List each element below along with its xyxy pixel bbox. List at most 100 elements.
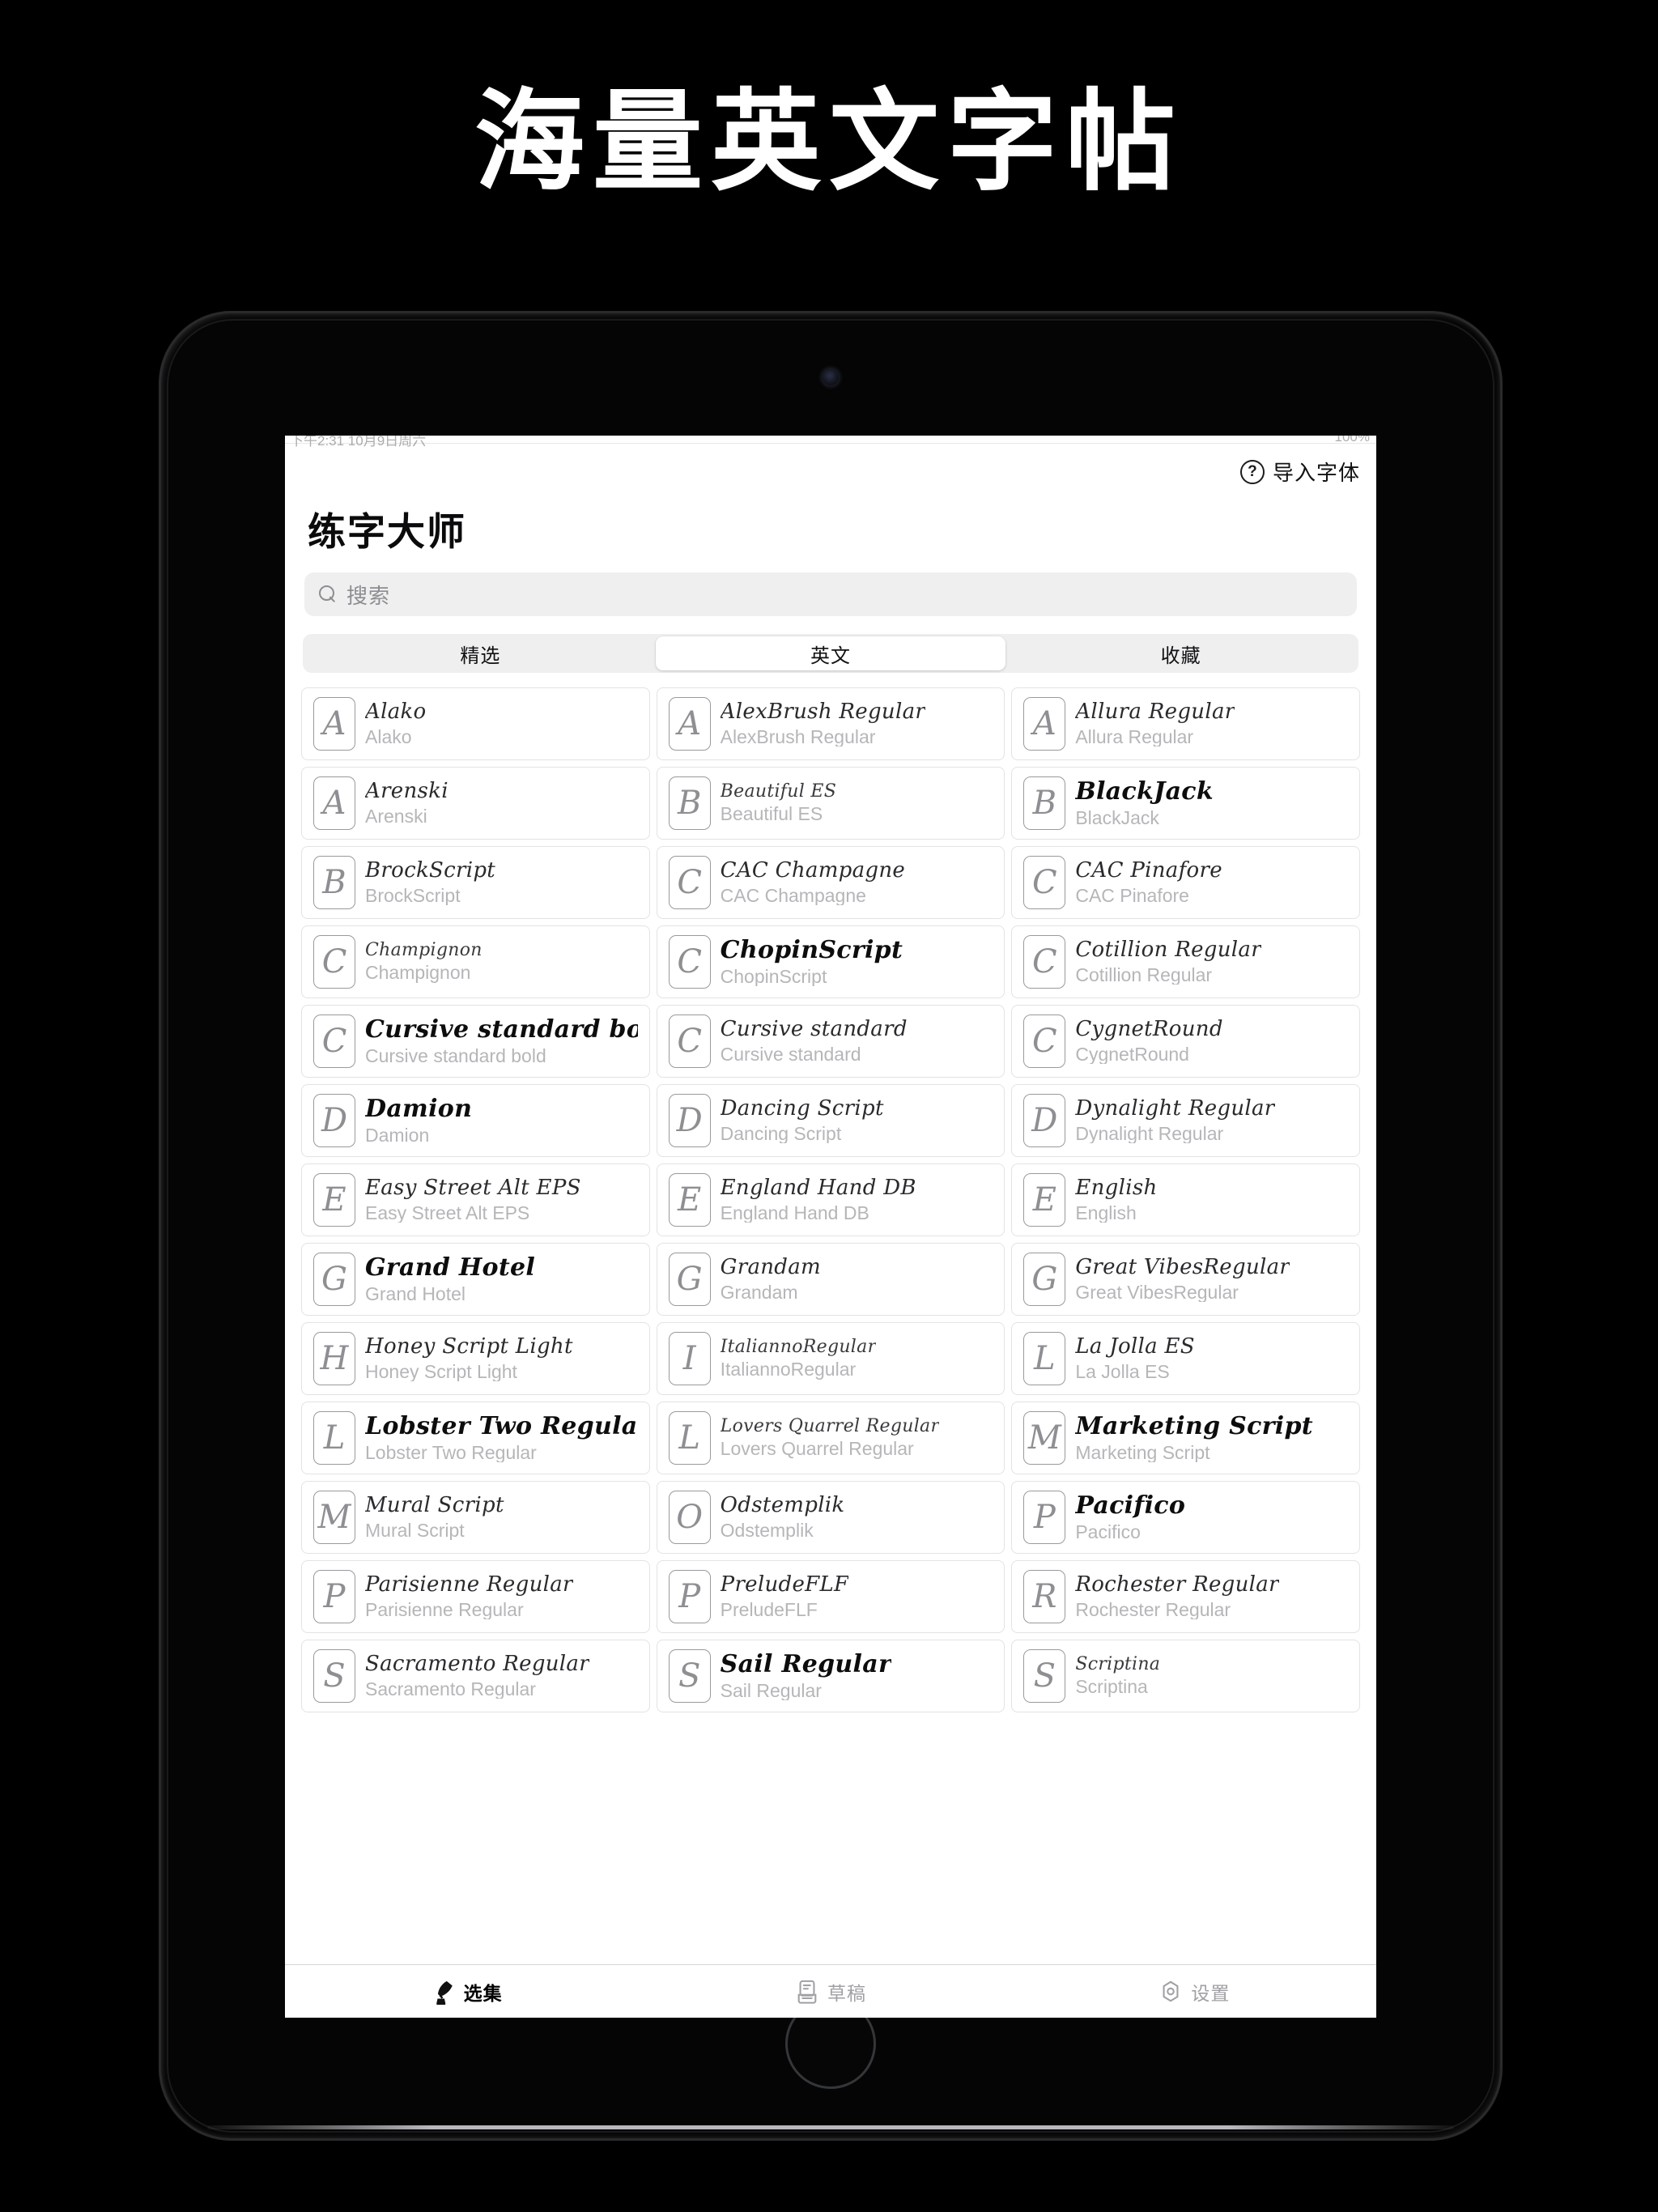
tab-bar-item-0[interactable]: 选集 — [285, 1978, 648, 2006]
font-cell[interactable]: B BrockScript BrockScript — [301, 846, 650, 919]
font-plain-name: CAC Champagne — [720, 884, 866, 905]
font-cell[interactable]: P Pacifico Pacifico — [1011, 1481, 1360, 1554]
font-cell-texts: BlackJack BlackJack — [1075, 779, 1214, 827]
tab-bar-item-2[interactable]: 设置 — [1013, 1978, 1376, 2006]
font-cell[interactable]: C Champignon Champignon — [301, 925, 650, 998]
font-cell[interactable]: G Grand Hotel Grand Hotel — [301, 1243, 650, 1316]
font-letter-preview: C — [668, 935, 711, 989]
font-cell[interactable]: C Cotillion Regular Cotillion Regular — [1011, 925, 1360, 998]
font-cell-texts: CygnetRound CygnetRound — [1075, 1019, 1222, 1063]
font-cell[interactable]: E England Hand DB England Hand DB — [656, 1163, 1005, 1236]
font-plain-name: La Jolla ES — [1075, 1360, 1170, 1381]
font-cell[interactable]: C ChopinScript ChopinScript — [656, 925, 1005, 998]
font-letter-preview: P — [668, 1570, 711, 1623]
font-plain-name: Arenski — [365, 805, 427, 826]
font-sample-name: Rochester Regular — [1075, 1574, 1279, 1597]
font-cell[interactable]: S Sacramento Regular Sacramento Regular — [301, 1640, 650, 1712]
poster-canvas: 海量英文字帖 下午2:31 10月9日周六 100% ? 导入字体 练字大师 搜… — [0, 0, 1658, 2212]
font-sample-name: Damion — [365, 1096, 473, 1124]
category-segmented-control[interactable]: 精选 英文 收藏 — [303, 634, 1358, 673]
font-cell[interactable]: P Parisienne Regular Parisienne Regular — [301, 1560, 650, 1633]
font-cell[interactable]: P PreludeFLF PreludeFLF — [656, 1560, 1005, 1633]
font-cell[interactable]: M Marketing Script Marketing Script — [1011, 1402, 1360, 1474]
font-letter-preview: G — [1023, 1253, 1066, 1306]
font-sample-name: ItaliannoRegular — [720, 1338, 877, 1358]
font-cell-texts: Honey Script Light Honey Script Light — [365, 1336, 573, 1380]
font-cell-texts: Sacramento Regular Sacramento Regular — [365, 1653, 589, 1698]
font-letter-preview: L — [313, 1411, 355, 1465]
font-cell[interactable]: D Damion Damion — [301, 1084, 650, 1157]
font-plain-name: CygnetRound — [1075, 1043, 1189, 1064]
font-letter-preview: M — [1023, 1411, 1066, 1465]
segmented-tab-0[interactable]: 精选 — [305, 636, 656, 670]
font-cell[interactable]: L La Jolla ES La Jolla ES — [1011, 1322, 1360, 1395]
font-plain-name: Sacramento Regular — [365, 1678, 536, 1699]
font-cell[interactable]: C CygnetRound CygnetRound — [1011, 1005, 1360, 1078]
tab-bar-item-1[interactable]: 草稿 — [648, 1978, 1012, 2006]
font-plain-name: Scriptina — [1075, 1676, 1148, 1697]
font-letter-preview: I — [668, 1332, 711, 1385]
font-cell[interactable]: B Beautiful ES Beautiful ES — [656, 767, 1005, 840]
segmented-tab-2[interactable]: 收藏 — [1005, 636, 1356, 670]
font-cell[interactable]: D Dancing Script Dancing Script — [656, 1084, 1005, 1157]
import-font-button[interactable]: ? 导入字体 — [1239, 457, 1360, 487]
font-cell[interactable]: L Lovers Quarrel Regular Lovers Quarrel Re… — [656, 1402, 1005, 1474]
font-cell[interactable]: I ItaliannoRegular ItaliannoRegular — [656, 1322, 1005, 1395]
font-cell[interactable]: M Mural Script Mural Script — [301, 1481, 650, 1554]
segmented-tab-1[interactable]: 英文 — [655, 636, 1006, 670]
font-sample-name: Alako — [365, 701, 427, 725]
font-cell[interactable]: B BlackJack BlackJack — [1011, 767, 1360, 840]
font-plain-name: Odstemplik — [720, 1519, 814, 1540]
font-cell-texts: Scriptina Scriptina — [1075, 1655, 1160, 1696]
font-cell[interactable]: G Great VibesRegular Great VibesRegular — [1011, 1243, 1360, 1316]
font-cell[interactable]: O Odstemplik Odstemplik — [656, 1481, 1005, 1554]
font-cell[interactable]: A Alako Alako — [301, 687, 650, 760]
font-cell[interactable]: H Honey Script Light Honey Script Light — [301, 1322, 650, 1395]
font-plain-name: ItaliannoRegular — [720, 1359, 857, 1380]
font-sample-name: Odstemplik — [720, 1495, 845, 1518]
font-cell[interactable]: A AlexBrush Regular AlexBrush Regular — [656, 687, 1005, 760]
tablet-device-frame: 下午2:31 10月9日周六 100% ? 导入字体 练字大师 搜索 精选 英文 收… — [159, 311, 1503, 2141]
font-cell[interactable]: D Dynalight Regular Dynalight Regular — [1011, 1084, 1360, 1157]
font-plain-name: Sail Regular — [720, 1679, 822, 1700]
font-plain-name: Alako — [365, 725, 412, 747]
font-cell[interactable]: E Easy Street Alt EPS Easy Street Alt EPS — [301, 1163, 650, 1236]
font-cell[interactable]: C Cursive standard Cursive standard — [656, 1005, 1005, 1078]
font-sample-name: CygnetRound — [1075, 1019, 1223, 1042]
font-cell-texts: Alako Alako — [365, 701, 427, 746]
font-cell[interactable]: C CAC Champagne CAC Champagne — [656, 846, 1005, 919]
font-sample-name: Parisienne Regular — [365, 1574, 573, 1597]
font-cell[interactable]: CCursive standard boldCursive standard b… — [301, 1005, 650, 1078]
font-cell-texts: Lovers Quarrel Regular Lovers Quarrel Reg… — [721, 1417, 940, 1458]
help-question-icon[interactable]: ? — [1239, 459, 1265, 484]
font-letter-preview: P — [313, 1570, 355, 1623]
font-cell[interactable]: G Grandam Grandam — [656, 1243, 1005, 1316]
font-cell[interactable]: S Sail Regular Sail Regular — [656, 1640, 1005, 1712]
font-sample-name: Sacramento Regular — [365, 1653, 589, 1677]
font-plain-name: BlackJack — [1075, 806, 1159, 827]
font-cell[interactable]: C CAC Pinafore CAC Pinafore — [1011, 846, 1360, 919]
font-cell-texts: Dynalight Regular Dynalight Regular — [1075, 1098, 1274, 1142]
font-cell[interactable]: A Allura Regular Allura Regular — [1011, 687, 1360, 760]
font-letter-preview: L — [1023, 1332, 1066, 1385]
font-cell[interactable]: R Rochester Regular Rochester Regular — [1011, 1560, 1360, 1633]
font-sample-name: Lovers Quarrel Regular — [720, 1417, 940, 1437]
font-plain-name: Dancing Script — [720, 1122, 842, 1143]
font-cell-texts: Pacifico Pacifico — [1075, 1493, 1185, 1542]
font-cell-texts: BrockScript BrockScript — [365, 860, 495, 904]
search-input[interactable]: 搜索 — [304, 572, 1357, 616]
font-cell[interactable]: L Lobster Two Regular Lobster Two Regular — [301, 1402, 650, 1474]
font-plain-name: Lovers Quarrel Regular — [720, 1438, 914, 1459]
font-cell[interactable]: A Arenski Arenski — [301, 767, 650, 840]
device-screen: 下午2:31 10月9日周六 100% ? 导入字体 练字大师 搜索 精选 英文 收… — [285, 436, 1376, 2018]
font-cell-texts: Champignon Champignon — [365, 941, 483, 982]
font-cell-texts: Beautiful ES Beautiful ES — [721, 782, 836, 823]
font-list-grid[interactable]: A Alako Alako A AlexBrush Regular AlexBrush R… — [301, 687, 1360, 1712]
font-cell-texts: Grand Hotel Grand Hotel — [365, 1255, 535, 1304]
font-letter-preview: C — [313, 1015, 355, 1068]
font-cell[interactable]: E English English — [1011, 1163, 1360, 1236]
font-cell-texts: CAC Champagne CAC Champagne — [721, 860, 905, 904]
font-cell[interactable]: S Scriptina Scriptina — [1011, 1640, 1360, 1712]
bottom-tab-bar[interactable]: 选集 草稿 设置 — [285, 1964, 1376, 2018]
font-letter-preview: M — [313, 1491, 355, 1544]
